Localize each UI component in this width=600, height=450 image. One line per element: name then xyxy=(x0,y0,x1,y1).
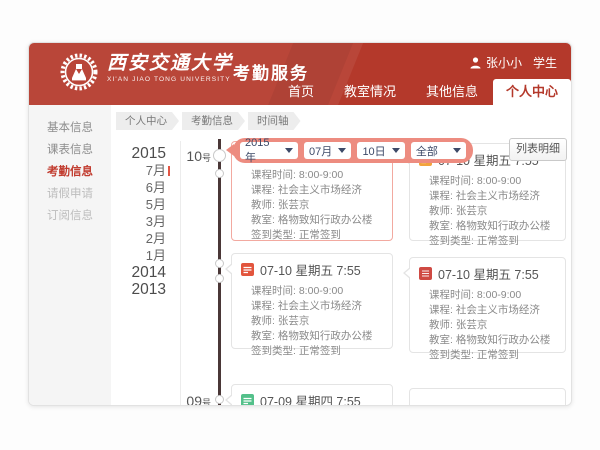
card-title: 07-10 星期五 7:55 xyxy=(438,264,539,283)
breadcrumb-attendance[interactable]: 考勤信息 xyxy=(182,112,245,130)
app-window: 西安交通大学 XI'AN JIAO TONG UNIVERSITY 考勤服务 张… xyxy=(28,42,572,406)
scale-year-2013[interactable]: 2013 xyxy=(84,281,166,298)
list-detail-button[interactable]: 列表明细 xyxy=(509,138,567,161)
calendar-status-icon xyxy=(241,394,254,406)
attendance-card[interactable] xyxy=(409,388,566,406)
university-name: 西安交通大学 XI'AN JIAO TONG UNIVERSITY xyxy=(107,52,233,83)
scale-divider xyxy=(180,141,181,405)
scale-month-5[interactable]: 5月 xyxy=(84,196,166,213)
card-title: 07-10 星期五 7:55 xyxy=(260,260,361,279)
nav-item-other-info[interactable]: 其他信息 xyxy=(411,79,493,105)
breadcrumb-personal-center[interactable]: 个人中心 xyxy=(116,112,179,130)
attendance-card[interactable]: 07-10 星期五 7:55 课程时间: 8:00-9:00 课程: 社会主义市… xyxy=(409,257,566,353)
university-logo-icon xyxy=(59,52,99,92)
nav-item-personal-center[interactable]: 个人中心 xyxy=(493,79,571,105)
nav-item-home[interactable]: 首页 xyxy=(273,79,329,105)
sidebar-item-basic-info[interactable]: 基本信息 xyxy=(29,117,111,139)
scale-month-1[interactable]: 1月 xyxy=(84,247,166,264)
timeline-dot xyxy=(215,169,224,178)
scale-month-6[interactable]: 6月 xyxy=(84,179,166,196)
app-header: 西安交通大学 XI'AN JIAO TONG UNIVERSITY 考勤服务 张… xyxy=(29,43,571,105)
year-dropdown[interactable]: 2015年 xyxy=(240,142,298,159)
timeline-axis xyxy=(218,139,221,405)
calendar-status-icon xyxy=(241,263,254,276)
main-nav: 首页 教室情况 其他信息 个人中心 xyxy=(273,79,571,105)
caret-down-icon xyxy=(338,148,346,153)
user-name: 张小小 xyxy=(486,54,522,71)
user-role: 学生 xyxy=(533,54,557,71)
day-dropdown[interactable]: 10日 xyxy=(357,142,404,159)
timeline-dot xyxy=(215,274,224,283)
day-label-09: 09号 xyxy=(161,393,211,406)
scale-month-2[interactable]: 2月 xyxy=(84,230,166,247)
current-month-marker xyxy=(168,166,170,176)
university-name-en: XI'AN JIAO TONG UNIVERSITY xyxy=(107,76,233,83)
attendance-card[interactable]: 07-09 星期四 7:55 xyxy=(231,384,393,406)
scale-year-2015[interactable]: 2015 xyxy=(84,145,166,162)
timeline-dot-day09[interactable] xyxy=(215,395,224,404)
timeline-scale: 2015 7月 6月 5月 3月 2月 1月 2014 2013 xyxy=(84,145,166,298)
type-dropdown[interactable]: 全部 xyxy=(411,142,466,159)
breadcrumb: 个人中心 考勤信息 时间轴 xyxy=(116,112,301,130)
scale-month-3[interactable]: 3月 xyxy=(84,213,166,230)
breadcrumb-timeline[interactable]: 时间轴 xyxy=(248,112,301,130)
attendance-card[interactable]: 07-10 星期五 7:55 课程时间: 8:00-9:00 课程: 社会主义市… xyxy=(231,253,393,349)
timeline-dot-day10[interactable] xyxy=(213,149,226,162)
attendance-app-screen: 西安交通大学 XI'AN JIAO TONG UNIVERSITY 考勤服务 张… xyxy=(0,0,600,450)
card-title: 07-09 星期四 7:55 xyxy=(260,391,361,406)
user-info[interactable]: 张小小 学生 xyxy=(470,54,557,71)
caret-down-icon xyxy=(453,148,461,153)
person-icon xyxy=(470,57,481,69)
month-dropdown[interactable]: 07月 xyxy=(304,142,351,159)
caret-down-icon xyxy=(285,148,293,153)
content-area: 基本信息 课表信息 考勤信息 请假申请 订阅信息 个人中心 考勤信息 时间轴 2… xyxy=(29,105,571,405)
timeline-dot xyxy=(215,259,224,268)
nav-item-classrooms[interactable]: 教室情况 xyxy=(329,79,411,105)
seal-status-icon xyxy=(419,267,432,280)
scale-month-7[interactable]: 7月 xyxy=(84,162,166,179)
filter-bar: 2015年 07月 10日 全部 xyxy=(233,138,473,163)
day-label-10: 10号 xyxy=(161,148,211,166)
scale-year-2014[interactable]: 2014 xyxy=(84,264,166,281)
university-name-cn: 西安交通大学 xyxy=(107,52,233,74)
caret-down-icon xyxy=(392,148,400,153)
